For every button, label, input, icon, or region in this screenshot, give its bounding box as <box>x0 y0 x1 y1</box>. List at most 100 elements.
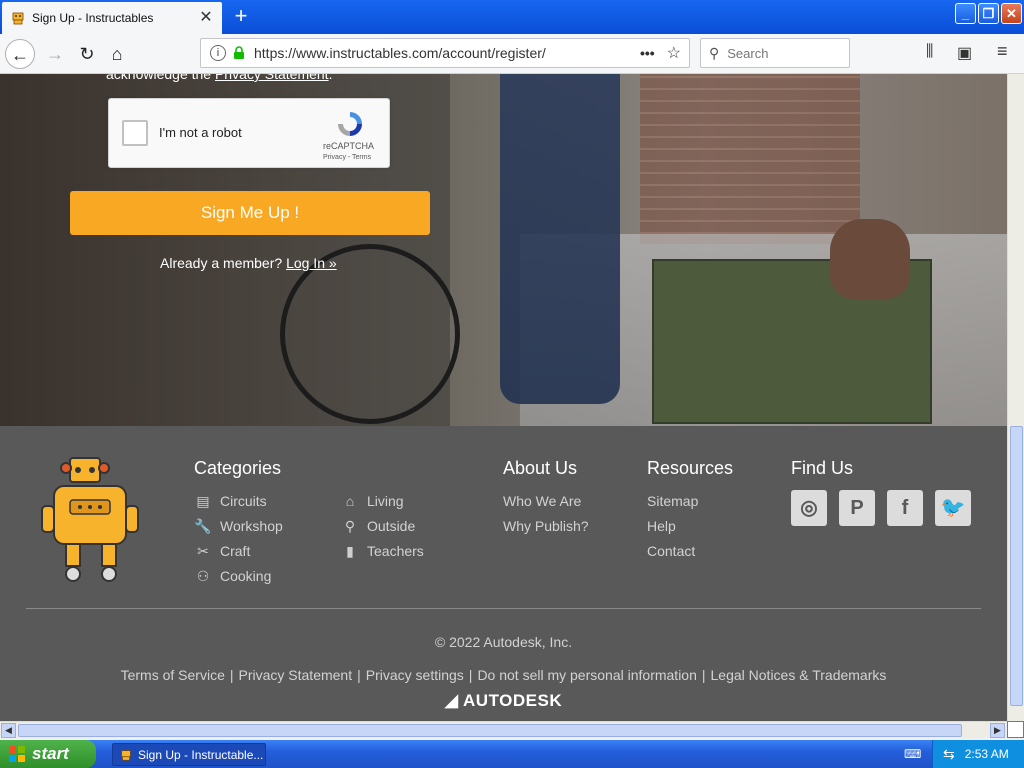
clock: 2:53 AM <box>964 747 1009 761</box>
help-link[interactable]: Help <box>647 518 676 534</box>
autodesk-logo[interactable]: ◢ AUTODESK <box>0 691 1007 711</box>
recaptcha-widget: I'm not a robot reCAPTCHA Privacy - Term… <box>108 98 390 168</box>
forward-button[interactable]: → <box>40 39 70 69</box>
reload-button[interactable]: ↻ <box>72 39 102 69</box>
start-button[interactable]: start <box>0 740 96 768</box>
windows-flag-icon <box>9 746 25 762</box>
vertical-scrollbar[interactable] <box>1007 74 1024 721</box>
category-label: Living <box>367 493 404 509</box>
browser-window: Sign Up - Instructables ✕ + _ ❐ ✕ ← → ↻ … <box>0 0 1024 740</box>
taskbar: start Sign Up - Instructable... ⌨ ⇆ 2:53… <box>0 740 1024 768</box>
rider-legs <box>500 74 620 404</box>
captcha-label: I'm not a robot <box>159 125 242 140</box>
category-craft[interactable]: ✂ Craft <box>194 543 250 559</box>
category-circuits[interactable]: ▤ Circuits <box>194 493 266 509</box>
resources-heading: Resources <box>647 458 734 478</box>
instructables-robot-icon <box>121 749 131 761</box>
legal-notices-link[interactable]: Legal Notices & Trademarks <box>711 667 887 683</box>
footer-divider <box>26 608 981 609</box>
login-link[interactable]: Log In » <box>286 255 337 271</box>
captcha-links[interactable]: Privacy - Terms <box>323 154 371 161</box>
contact-link[interactable]: Contact <box>647 543 695 559</box>
already-member-text: Already a member? Log In » <box>160 255 337 271</box>
new-tab-button[interactable]: + <box>228 4 254 30</box>
search-box[interactable]: ⚲ Search <box>700 38 850 68</box>
terms-link[interactable]: Terms of Service <box>121 667 225 683</box>
pinterest-icon[interactable]: P <box>839 490 875 526</box>
separator: | <box>357 667 361 683</box>
do-not-sell-link[interactable]: Do not sell my personal information <box>477 667 696 683</box>
tab-title: Sign Up - Instructables <box>32 11 154 25</box>
site-footer: Categories ▤ Circuits 🔧 Workshop ✂ Craft ⚇ C… <box>0 426 1007 721</box>
keyboard-icon[interactable]: ⌨ <box>904 747 921 761</box>
minimize-button[interactable]: _ <box>955 3 976 24</box>
navigation-bar: ← → ↻ ⌂ i https://www.instructables.com/… <box>0 34 1024 74</box>
horizontal-scroll-thumb[interactable] <box>18 724 962 737</box>
privacy-settings-link[interactable]: Privacy settings <box>366 667 464 683</box>
autodesk-wordmark: AUTODESK <box>463 691 563 710</box>
back-button[interactable]: ← <box>5 39 35 69</box>
horizontal-scrollbar[interactable]: ◀ ▶ <box>0 721 1007 738</box>
close-window-button[interactable]: ✕ <box>1001 3 1022 24</box>
url-text: https://www.instructables.com/account/re… <box>254 45 546 61</box>
tab-sign-up[interactable]: Sign Up - Instructables ✕ <box>2 2 222 34</box>
page-actions-icon[interactable]: ••• <box>640 45 655 61</box>
category-outside[interactable]: ⚲ Outside <box>341 518 415 534</box>
facebook-icon[interactable]: f <box>887 490 923 526</box>
captcha-checkbox[interactable] <box>122 120 148 146</box>
twitter-icon[interactable]: 🐦 <box>935 490 971 526</box>
ack-text: acknowledge the <box>106 74 215 82</box>
library-icon[interactable]: ⫼ <box>926 43 933 61</box>
privacy-statement-link[interactable]: Privacy Statement <box>215 74 329 82</box>
cooking-icon: ⚇ <box>196 568 210 584</box>
recaptcha-logo-icon <box>338 112 362 136</box>
separator: | <box>229 667 234 683</box>
address-bar[interactable]: i https://www.instructables.com/account/… <box>200 38 690 68</box>
book-icon: ▮ <box>346 543 354 559</box>
category-label: Workshop <box>220 518 283 534</box>
start-label: start <box>32 744 69 763</box>
system-tray: ⇆ 2:53 AM <box>932 740 1024 768</box>
bookmark-star-icon[interactable]: ☆ <box>667 43 681 63</box>
site-info-icon[interactable]: i <box>210 45 226 61</box>
scroll-left-arrow-icon[interactable]: ◀ <box>1 723 16 738</box>
vertical-scroll-thumb[interactable] <box>1010 426 1023 706</box>
find-us-heading: Find Us <box>791 458 854 478</box>
instructables-robot-logo <box>41 457 139 582</box>
category-label: Outside <box>367 518 416 534</box>
maximize-button[interactable]: ❐ <box>978 3 999 24</box>
ack-period: . <box>328 74 333 82</box>
hamburger-menu-icon[interactable]: ≡ <box>997 41 1008 62</box>
scrollbar-corner <box>1007 721 1024 738</box>
who-we-are-link[interactable]: Who We Are <box>503 493 581 509</box>
scissors-icon: ✂ <box>197 543 209 559</box>
dog-with-goggles <box>830 219 910 299</box>
category-label: Craft <box>220 543 251 559</box>
autodesk-mark-icon: ◢ <box>444 691 464 710</box>
scroll-right-arrow-icon[interactable]: ▶ <box>990 723 1005 738</box>
category-teachers[interactable]: ▮ Teachers <box>341 543 424 559</box>
sidebar-icon[interactable]: ▣ <box>957 43 972 63</box>
lock-icon <box>234 46 244 59</box>
category-workshop[interactable]: 🔧 Workshop <box>194 518 283 534</box>
already-member-label: Already a member? <box>160 255 287 271</box>
wrench-icon: 🔧 <box>194 518 212 534</box>
page-content: acknowledge the Privacy Statement. I'm n… <box>0 74 1007 721</box>
search-icon: ⚲ <box>709 44 720 61</box>
sign-up-button[interactable]: Sign Me Up ! <box>70 191 430 235</box>
category-living[interactable]: ⌂ Living <box>341 493 404 509</box>
category-cooking[interactable]: ⚇ Cooking <box>194 568 272 584</box>
instagram-icon[interactable]: ◎ <box>791 490 827 526</box>
taskbar-item-browser[interactable]: Sign Up - Instructable... <box>112 743 266 766</box>
sitemap-link[interactable]: Sitemap <box>647 493 698 509</box>
network-icon[interactable]: ⇆ <box>943 746 955 763</box>
tab-bar: Sign Up - Instructables ✕ + _ ❐ ✕ <box>0 0 1024 34</box>
home-button[interactable]: ⌂ <box>102 39 132 69</box>
search-placeholder: Search <box>727 45 769 61</box>
privacy-acknowledgement: acknowledge the Privacy Statement. <box>106 74 332 82</box>
circuits-icon: ▤ <box>196 493 210 509</box>
close-tab-icon[interactable]: ✕ <box>198 10 214 26</box>
why-publish-link[interactable]: Why Publish? <box>503 518 589 534</box>
privacy-statement-footer-link[interactable]: Privacy Statement <box>239 667 353 683</box>
category-label: Teachers <box>367 543 424 559</box>
